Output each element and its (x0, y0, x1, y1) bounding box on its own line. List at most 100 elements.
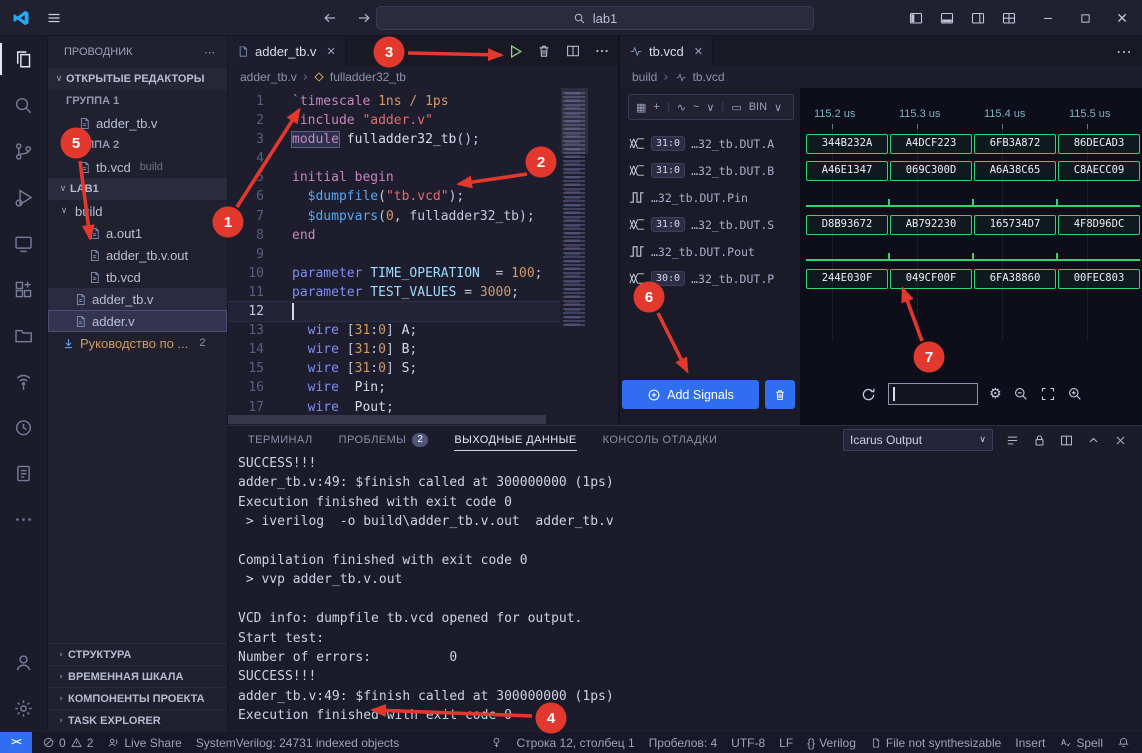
split-editor-icon[interactable] (565, 43, 581, 59)
maximize-icon[interactable] (1079, 12, 1092, 25)
open-editors-header[interactable]: ∨ ОТКРЫТЫЕ РЕДАКТОРЫ (48, 68, 227, 90)
problems-status[interactable]: 0 2 (42, 736, 93, 750)
wave-signal-2[interactable]: 31:0…32_tb.DUT.B (620, 157, 800, 184)
eol-status[interactable]: LF (779, 736, 793, 750)
output-channel-select[interactable]: Icarus Output ∨ (843, 429, 993, 451)
command-center-search[interactable]: lab1 (376, 6, 814, 30)
zoom-fit-icon[interactable] (1040, 386, 1056, 402)
workspace-root[interactable]: ∨ LAB1 (48, 178, 227, 200)
gear-icon[interactable]: ⚙ (989, 386, 1002, 402)
indentation-status[interactable]: Пробелов: 4 (649, 736, 718, 750)
sidebar-more-icon[interactable]: ⋯ (204, 46, 215, 59)
wave-signal-3[interactable]: …32_tb.DUT.Pin (620, 184, 800, 211)
open-editor-adder_tb.v[interactable]: adder_tb.v (48, 112, 227, 134)
code-line[interactable]: 10parameter TIME_OPERATION = 100; (228, 264, 560, 283)
tree-item-adder.v[interactable]: adder.v (48, 310, 227, 332)
minimize-icon[interactable] (1041, 11, 1055, 25)
tree-folder-build[interactable]: ∨build (48, 200, 227, 222)
search-icon[interactable] (0, 82, 47, 128)
tree-item-adder_tb.v.out[interactable]: adder_tb.v.out (48, 244, 227, 266)
minimap-slider[interactable] (561, 88, 588, 154)
insert-mode[interactable]: Insert (1015, 736, 1045, 750)
sidebar-section-СТРУКТУРА[interactable]: ›СТРУКТУРА (48, 643, 227, 665)
breadcrumb-2[interactable]: build › tb.vcd (620, 66, 1142, 88)
remote-indicator[interactable]: >< (0, 732, 32, 753)
terminal-output[interactable]: SUCCESS!!!adder_tb.v:49: $finish called … (238, 454, 1132, 727)
indexer-status[interactable]: SystemVerilog: 24731 indexed objects (196, 736, 399, 750)
more-icon[interactable] (0, 496, 47, 542)
chevron-down-icon[interactable]: ∨ (706, 101, 714, 114)
code-line[interactable]: 3module fulladder32_tb(); (228, 130, 560, 149)
close-tab-icon[interactable]: ✕ (694, 45, 703, 58)
code-line[interactable]: 7 $dumpvars(0, fulladder32_tb); (228, 207, 560, 226)
tree-item-Руководство по ...[interactable]: Руководство по ...2 (48, 332, 227, 354)
breadcrumb[interactable]: adder_tb.v › fulladder32_tb (228, 66, 620, 88)
spell-check[interactable]: Spell (1059, 736, 1103, 750)
back-icon[interactable] (322, 10, 338, 26)
code-line[interactable]: 5initial begin (228, 168, 560, 187)
cursor-position[interactable]: Строка 12, столбец 1 (517, 736, 635, 750)
code-line[interactable]: 9 (228, 245, 560, 264)
code-line[interactable]: 8end (228, 226, 560, 245)
sine-scroll-icon[interactable]: ∿ (677, 101, 686, 114)
close-window-icon[interactable]: ✕ (1116, 10, 1128, 27)
code-line[interactable]: 6 $dumpfile("tb.vcd"); (228, 187, 560, 206)
forward-icon[interactable] (356, 10, 372, 26)
code-line[interactable]: 13 wire [31:0] A; (228, 321, 560, 340)
panel-tab-ВЫХОДНЫЕ ДАННЫЕ[interactable]: ВЫХОДНЫЕ ДАННЫЕ (454, 426, 576, 454)
port-icon[interactable] (490, 736, 503, 749)
refresh-icon[interactable] (860, 386, 877, 403)
notebook-icon[interactable] (0, 450, 47, 496)
toggle-panel-icon[interactable] (939, 10, 955, 26)
tree-item-tb.vcd[interactable]: tb.vcd (48, 266, 227, 288)
tree-item-a.out1[interactable]: a.out1 (48, 222, 227, 244)
code-line[interactable]: 17 wire Pout; (228, 398, 560, 417)
split-panel-icon[interactable] (1059, 433, 1074, 448)
zoom-in-icon[interactable] (1067, 386, 1083, 402)
more-actions-icon[interactable]: ⋯ (1116, 42, 1132, 61)
panel-tab-КОНСОЛЬ ОТЛАДКИ[interactable]: КОНСОЛЬ ОТЛАДКИ (603, 426, 718, 454)
panel-tab-ТЕРМИНАЛ[interactable]: ТЕРМИНАЛ (248, 426, 313, 454)
synthesizable-status[interactable]: File not synthesizable (870, 736, 1001, 750)
encoding-status[interactable]: UTF-8 (731, 736, 765, 750)
grid-icon[interactable]: ▦ (636, 101, 646, 114)
tab-adder-tb[interactable]: adder_tb.v ✕ (228, 36, 346, 66)
tilde-icon[interactable]: ~ (693, 101, 699, 113)
tab-tb-vcd[interactable]: tb.vcd ✕ (620, 36, 713, 66)
bell-icon[interactable] (1117, 736, 1130, 749)
wave-rows[interactable]: 344B232AA4DCF2236FB3A87286DECAD3A46E1347… (800, 88, 1142, 425)
format-select[interactable]: BIN (749, 101, 767, 113)
settings-icon[interactable] (0, 685, 47, 731)
panel-tab-ПРОБЛЕМЫ[interactable]: ПРОБЛЕМЫ2 (339, 426, 429, 454)
wave-signal-6[interactable]: 30:0…32_tb.DUT.P (620, 265, 800, 292)
output-view-icon[interactable] (1005, 433, 1020, 448)
remote-explorer-icon[interactable] (0, 220, 47, 266)
run-debug-icon[interactable] (0, 174, 47, 220)
extensions-icon[interactable] (0, 266, 47, 312)
code-line[interactable]: 12 (228, 302, 560, 321)
open-editor-tb.vcd[interactable]: tb.vcdbuild (48, 156, 227, 178)
lock-icon[interactable] (1032, 433, 1047, 448)
code-line[interactable]: 14 wire [31:0] B; (228, 340, 560, 359)
more-icon[interactable] (594, 43, 610, 59)
code-line[interactable]: 11parameter TEST_VALUES = 3000; (228, 283, 560, 302)
explorer-icon[interactable] (0, 36, 47, 82)
tree-item-adder_tb.v[interactable]: adder_tb.v (48, 288, 227, 310)
toggle-sidebar-icon[interactable] (908, 10, 924, 26)
code-line[interactable]: 15 wire [31:0] S; (228, 359, 560, 378)
close-icon[interactable] (1113, 433, 1128, 448)
code-line[interactable]: 16 wire Pin; (228, 378, 560, 397)
remove-signals-button[interactable] (765, 380, 795, 409)
add-icon[interactable]: + (653, 101, 659, 113)
customize-layout-icon[interactable] (1001, 10, 1017, 26)
history-icon[interactable] (0, 404, 47, 450)
trash-icon[interactable] (536, 43, 552, 59)
time-search-input[interactable] (888, 383, 978, 405)
zoom-out-icon[interactable] (1013, 386, 1029, 402)
wave-signal-1[interactable]: 31:0…32_tb.DUT.A (620, 130, 800, 157)
chevron-down-icon[interactable]: ∨ (774, 101, 782, 114)
sidebar-section-ВРЕМЕННАЯ ШКАЛА[interactable]: ›ВРЕМЕННАЯ ШКАЛА (48, 665, 227, 687)
live-share-button[interactable]: Live Share (107, 736, 181, 750)
language-mode[interactable]: {} Verilog (807, 736, 856, 750)
sidebar-section-TASK EXPLORER[interactable]: ›TASK EXPLORER (48, 709, 227, 731)
